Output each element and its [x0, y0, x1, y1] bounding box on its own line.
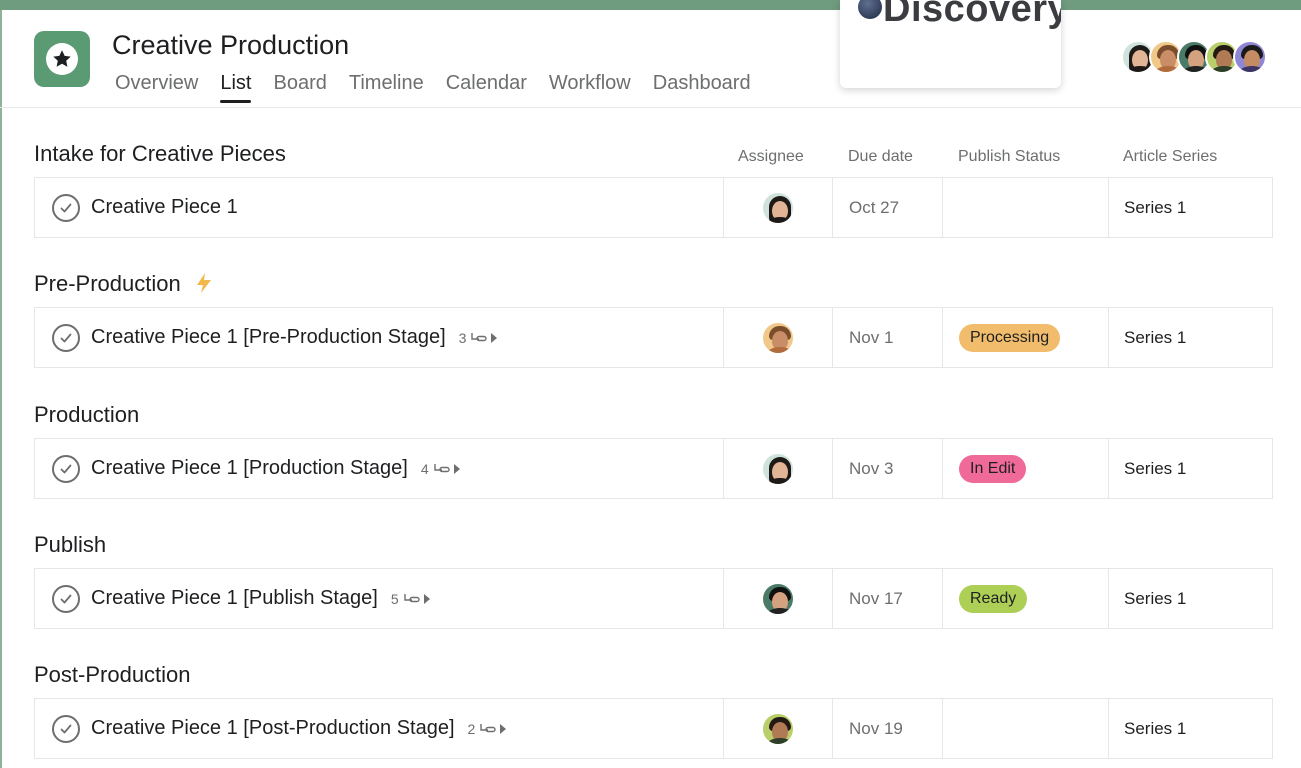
- publish-status-cell[interactable]: [942, 699, 1108, 758]
- avatar: [1233, 40, 1267, 74]
- subtask-icon: [480, 723, 497, 732]
- subtask-count[interactable]: 3: [459, 330, 498, 346]
- task-row[interactable]: Creative Piece 1 [Pre-Production Stage] …: [34, 307, 1273, 368]
- subtask-count[interactable]: 2: [468, 721, 507, 737]
- column-header-article-series[interactable]: Article Series: [1123, 148, 1217, 166]
- publish-status-cell[interactable]: In Edit: [942, 439, 1108, 498]
- publish-status-cell[interactable]: Ready: [942, 569, 1108, 628]
- tab-board[interactable]: Board: [262, 70, 337, 103]
- publish-status-cell[interactable]: Processing: [942, 308, 1108, 367]
- check-icon: [60, 724, 72, 733]
- subtask-count[interactable]: 4: [421, 461, 460, 477]
- task-name[interactable]: Creative Piece 1 [Post-Production Stage]: [91, 717, 455, 740]
- expand-arrow-icon[interactable]: [423, 593, 430, 604]
- top-color-strip: [0, 0, 1301, 10]
- task-name[interactable]: Creative Piece 1: [91, 196, 238, 219]
- complete-checkbox[interactable]: [52, 193, 80, 222]
- assignee-avatar[interactable]: [761, 320, 795, 355]
- status-badge[interactable]: In Edit: [959, 454, 1027, 483]
- lightning-icon: [196, 273, 211, 293]
- due-date[interactable]: Nov 1: [832, 308, 942, 367]
- complete-checkbox[interactable]: [52, 454, 80, 483]
- expand-arrow-icon[interactable]: [491, 332, 498, 343]
- section-header[interactable]: Intake for Creative Pieces: [34, 141, 286, 167]
- star-icon: [46, 43, 78, 75]
- brand-logo: Discovery: [858, 0, 1061, 31]
- tab-dashboard[interactable]: Dashboard: [642, 70, 762, 103]
- assignee-avatar[interactable]: [761, 190, 795, 225]
- tab-overview[interactable]: Overview: [104, 70, 209, 103]
- publish-status-cell[interactable]: [942, 178, 1108, 237]
- tab-calendar[interactable]: Calendar: [435, 70, 538, 103]
- globe-icon: [858, 0, 882, 19]
- section-header[interactable]: Post-Production: [34, 662, 191, 688]
- article-series[interactable]: Series 1: [1108, 178, 1273, 237]
- subtask-count[interactable]: 5: [391, 591, 430, 607]
- subtask-icon: [433, 463, 450, 472]
- expand-arrow-icon[interactable]: [453, 463, 460, 474]
- due-date[interactable]: Nov 19: [832, 699, 942, 758]
- brand-logo-card: Discovery: [840, 0, 1061, 88]
- task-row[interactable]: Creative Piece 1 [Post-Production Stage]…: [34, 698, 1273, 759]
- check-icon: [60, 594, 72, 603]
- column-header-due-date[interactable]: Due date: [848, 148, 913, 166]
- section-header[interactable]: Pre-Production: [34, 271, 213, 297]
- page-title: Creative Production: [112, 30, 350, 60]
- complete-checkbox[interactable]: [52, 323, 80, 352]
- assignee-avatar[interactable]: [761, 581, 795, 616]
- article-series[interactable]: Series 1: [1108, 569, 1273, 628]
- status-badge[interactable]: Processing: [959, 323, 1061, 352]
- section-header[interactable]: Publish: [34, 532, 106, 558]
- check-icon: [60, 464, 72, 473]
- check-icon: [60, 333, 72, 342]
- complete-checkbox[interactable]: [52, 714, 80, 743]
- task-name[interactable]: Creative Piece 1 [Production Stage]: [91, 457, 408, 480]
- check-icon: [60, 203, 72, 212]
- column-header-publish-status[interactable]: Publish Status: [958, 148, 1060, 166]
- task-row[interactable]: Creative Piece 1 Oct 27 Series 1: [34, 177, 1273, 238]
- article-series[interactable]: Series 1: [1108, 699, 1273, 758]
- assignee-avatar[interactable]: [761, 711, 795, 746]
- view-tabs: Overview List Board Timeline Calendar Wo…: [104, 70, 762, 103]
- section-header[interactable]: Production: [34, 402, 139, 428]
- task-row[interactable]: Creative Piece 1 [Publish Stage] 5 Nov 1…: [34, 568, 1273, 629]
- article-series[interactable]: Series 1: [1108, 439, 1273, 498]
- complete-checkbox[interactable]: [52, 584, 80, 613]
- column-header-assignee[interactable]: Assignee: [738, 148, 804, 166]
- task-name[interactable]: Creative Piece 1 [Publish Stage]: [91, 587, 378, 610]
- task-row[interactable]: Creative Piece 1 [Production Stage] 4 No…: [34, 438, 1273, 499]
- assignee-avatar[interactable]: [761, 451, 795, 486]
- due-date[interactable]: Nov 3: [832, 439, 942, 498]
- tab-timeline[interactable]: Timeline: [338, 70, 435, 103]
- tab-list[interactable]: List: [209, 70, 262, 103]
- project-members[interactable]: [1121, 40, 1267, 74]
- project-header: Creative Production Overview List Board …: [0, 10, 1301, 108]
- expand-arrow-icon[interactable]: [500, 723, 507, 734]
- due-date[interactable]: Oct 27: [832, 178, 942, 237]
- task-name[interactable]: Creative Piece 1 [Pre-Production Stage]: [91, 326, 446, 349]
- due-date[interactable]: Nov 17: [832, 569, 942, 628]
- status-badge[interactable]: Ready: [959, 584, 1028, 613]
- left-edge-border: [0, 10, 2, 768]
- project-icon[interactable]: [34, 31, 90, 87]
- tab-workflow[interactable]: Workflow: [538, 70, 642, 103]
- subtask-icon: [471, 332, 488, 341]
- subtask-icon: [403, 593, 420, 602]
- article-series[interactable]: Series 1: [1108, 308, 1273, 367]
